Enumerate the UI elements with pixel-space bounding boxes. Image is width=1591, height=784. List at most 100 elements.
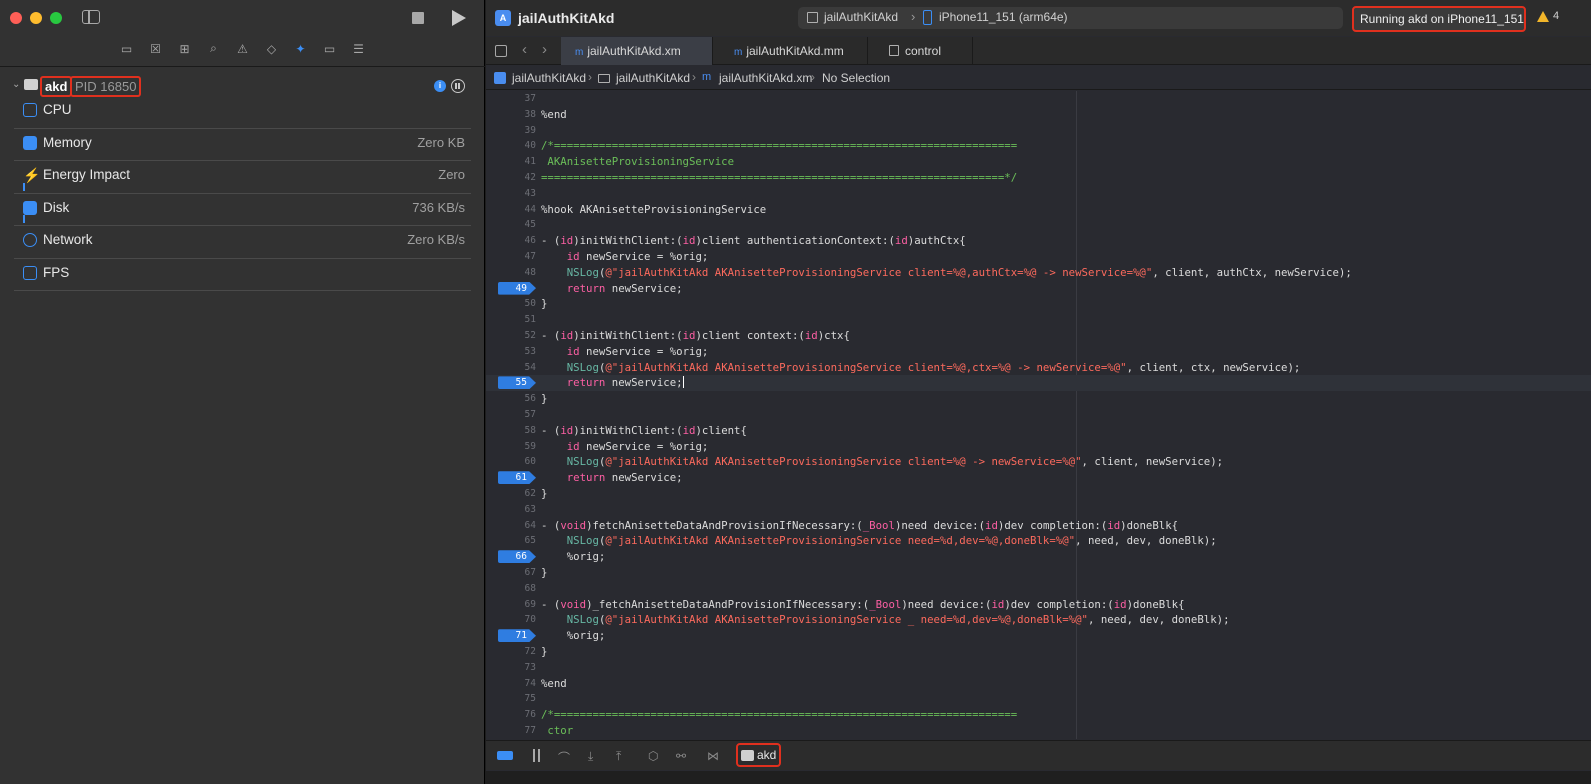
pause-icon[interactable] (451, 79, 465, 93)
line-number[interactable]: 76 (486, 707, 536, 723)
line-number[interactable]: 45 (486, 217, 536, 233)
line-number[interactable]: 63 (486, 502, 536, 518)
code-text[interactable]: id newService = %orig; (541, 249, 709, 265)
code-editor[interactable]: 37 38 %end 39 40 /*==========================… (486, 91, 1591, 739)
code-text[interactable]: %orig; (541, 628, 606, 644)
code-text[interactable]: } (541, 296, 547, 312)
jumpbar-project[interactable]: jailAuthKitAkd (512, 71, 586, 85)
line-number[interactable]: 65 (486, 533, 536, 549)
process-selector[interactable]: akd (736, 743, 781, 767)
code-line[interactable]: 72} (486, 644, 1591, 660)
code-text[interactable]: %orig; (541, 549, 606, 565)
line-number[interactable]: 77 (486, 723, 536, 739)
line-number[interactable]: 69 (486, 597, 536, 613)
code-line[interactable]: 57 (486, 407, 1591, 423)
code-text[interactable]: /*======================================… (541, 138, 1017, 154)
code-line[interactable]: 63 (486, 502, 1591, 518)
code-line[interactable]: 73 (486, 660, 1591, 676)
code-line[interactable]: 77 ctor (486, 723, 1591, 739)
code-text[interactable]: id newService = %orig; (541, 439, 709, 455)
report-icon[interactable]: ☰ (350, 40, 367, 57)
search-icon[interactable]: ⌕ (205, 40, 222, 57)
process-row[interactable]: ⌄ akd PID 16850 i (10, 76, 475, 97)
line-number[interactable]: 38 (486, 107, 536, 123)
code-line[interactable]: 46 - (id)initWithClient:(id)client authen… (486, 233, 1591, 249)
code-line[interactable]: 61 return newService; (486, 470, 1591, 486)
breakpoint-marker[interactable]: 49 (498, 281, 536, 295)
code-line[interactable]: 66 %orig; (486, 549, 1591, 565)
line-number[interactable]: 40 (486, 138, 536, 154)
line-number[interactable]: 37 (486, 91, 536, 107)
related-items-icon[interactable] (495, 45, 507, 57)
code-line[interactable]: 62} (486, 486, 1591, 502)
code-line[interactable]: 43 (486, 186, 1591, 202)
code-line[interactable]: 54 NSLog(@"jailAuthKitAkd AKAnisetteProv… (486, 360, 1591, 376)
pause-icon[interactable] (532, 749, 542, 762)
code-text[interactable]: NSLog(@"jailAuthKitAkd AKAnisetteProvisi… (541, 360, 1301, 376)
code-line[interactable]: 44 %hook AKAnisetteProvisioningService (486, 202, 1591, 218)
run-icon[interactable] (452, 10, 466, 26)
code-line[interactable]: 59 id newService = %orig; (486, 439, 1591, 455)
line-number[interactable]: 46 (486, 233, 536, 249)
tab-jailauthkitakd-xm[interactable]: m jailAuthKitAkd.xm (561, 37, 713, 65)
memory-graph-icon[interactable]: ⚯ (676, 749, 686, 763)
sidebar-toggle-icon[interactable] (82, 10, 100, 24)
info-icon[interactable]: i (434, 80, 446, 92)
device-name[interactable]: iPhone11_151 (arm64e) (939, 10, 1068, 24)
code-line[interactable]: 76 /*====================================… (486, 707, 1591, 723)
code-line[interactable]: 68 (486, 581, 1591, 597)
minimize-window-button[interactable] (30, 12, 42, 24)
code-line[interactable]: 40 /*====================================… (486, 138, 1591, 154)
code-text[interactable]: } (541, 391, 547, 407)
breakpoint-marker[interactable]: 66 (498, 550, 536, 564)
warning-icon[interactable]: ⚠ (234, 40, 251, 57)
code-line[interactable]: 45 (486, 217, 1591, 233)
folder-icon[interactable]: ▭ (118, 40, 135, 57)
line-number[interactable]: 64 (486, 518, 536, 534)
tab-control[interactable]: control (875, 37, 973, 65)
breakpoint-icon[interactable]: ▭ (321, 40, 338, 57)
line-number[interactable]: 47 (486, 249, 536, 265)
line-number[interactable]: 73 (486, 660, 536, 676)
code-text[interactable]: %end (541, 676, 567, 692)
gauge-memory[interactable]: Memory Zero KB (14, 129, 471, 161)
code-line[interactable]: 69 - (void)_fetchAnisetteDataAndProvision… (486, 597, 1591, 613)
line-number[interactable]: 52 (486, 328, 536, 344)
line-number[interactable]: 42 (486, 170, 536, 186)
line-number[interactable]: 75 (486, 691, 536, 707)
breakpoint-marker[interactable]: 55 (498, 376, 536, 390)
code-text[interactable]: NSLog(@"jailAuthKitAkd AKAnisetteProvisi… (541, 454, 1223, 470)
line-number[interactable]: 54 (486, 360, 536, 376)
line-number[interactable]: 44 (486, 202, 536, 218)
gauge-network[interactable]: Network Zero KB/s (14, 226, 471, 259)
hierarchy-icon[interactable]: ⊞ (176, 40, 193, 57)
line-number[interactable]: 58 (486, 423, 536, 439)
code-text[interactable]: return newService; (541, 281, 683, 297)
breakpoints-toggle-icon[interactable] (497, 751, 513, 760)
jumpbar-file[interactable]: jailAuthKitAkd.xm (719, 71, 812, 85)
line-number[interactable]: 60 (486, 454, 536, 470)
tab-jailauthkitakd-mm[interactable]: m jailAuthKitAkd.mm (720, 37, 868, 65)
code-text[interactable]: - (void)fetchAnisetteDataAndProvisionIfN… (541, 518, 1178, 534)
step-into-icon[interactable]: ⤓ (588, 749, 593, 764)
breakpoint-marker[interactable]: 71 (498, 629, 536, 643)
gauge-fps[interactable]: FPS (14, 259, 471, 291)
code-line[interactable]: 41 AKAnisetteProvisioningService (486, 154, 1591, 170)
code-line[interactable]: 53 id newService = %orig; (486, 344, 1591, 360)
line-number[interactable]: 68 (486, 581, 536, 597)
scheme-target[interactable]: jailAuthKitAkd (824, 10, 898, 24)
warning-count[interactable]: 4 (1553, 10, 1559, 22)
line-number[interactable]: 70 (486, 612, 536, 628)
view-debugger-icon[interactable]: ⬡ (648, 749, 658, 763)
code-text[interactable]: } (541, 565, 547, 581)
debug-navigator-icon[interactable]: ✦ (292, 40, 309, 57)
code-line[interactable]: 38 %end (486, 107, 1591, 123)
line-number[interactable]: 43 (486, 186, 536, 202)
line-number[interactable]: 59 (486, 439, 536, 455)
code-text[interactable]: %hook AKAnisetteProvisioningService (541, 202, 766, 218)
simulate-location-icon[interactable]: ⋈ (707, 749, 719, 763)
zoom-window-button[interactable] (50, 12, 62, 24)
code-text[interactable]: return newService; (541, 470, 683, 486)
code-line[interactable]: 58 - (id)initWithClient:(id)client{ (486, 423, 1591, 439)
code-line[interactable]: 42 ======================================… (486, 170, 1591, 186)
